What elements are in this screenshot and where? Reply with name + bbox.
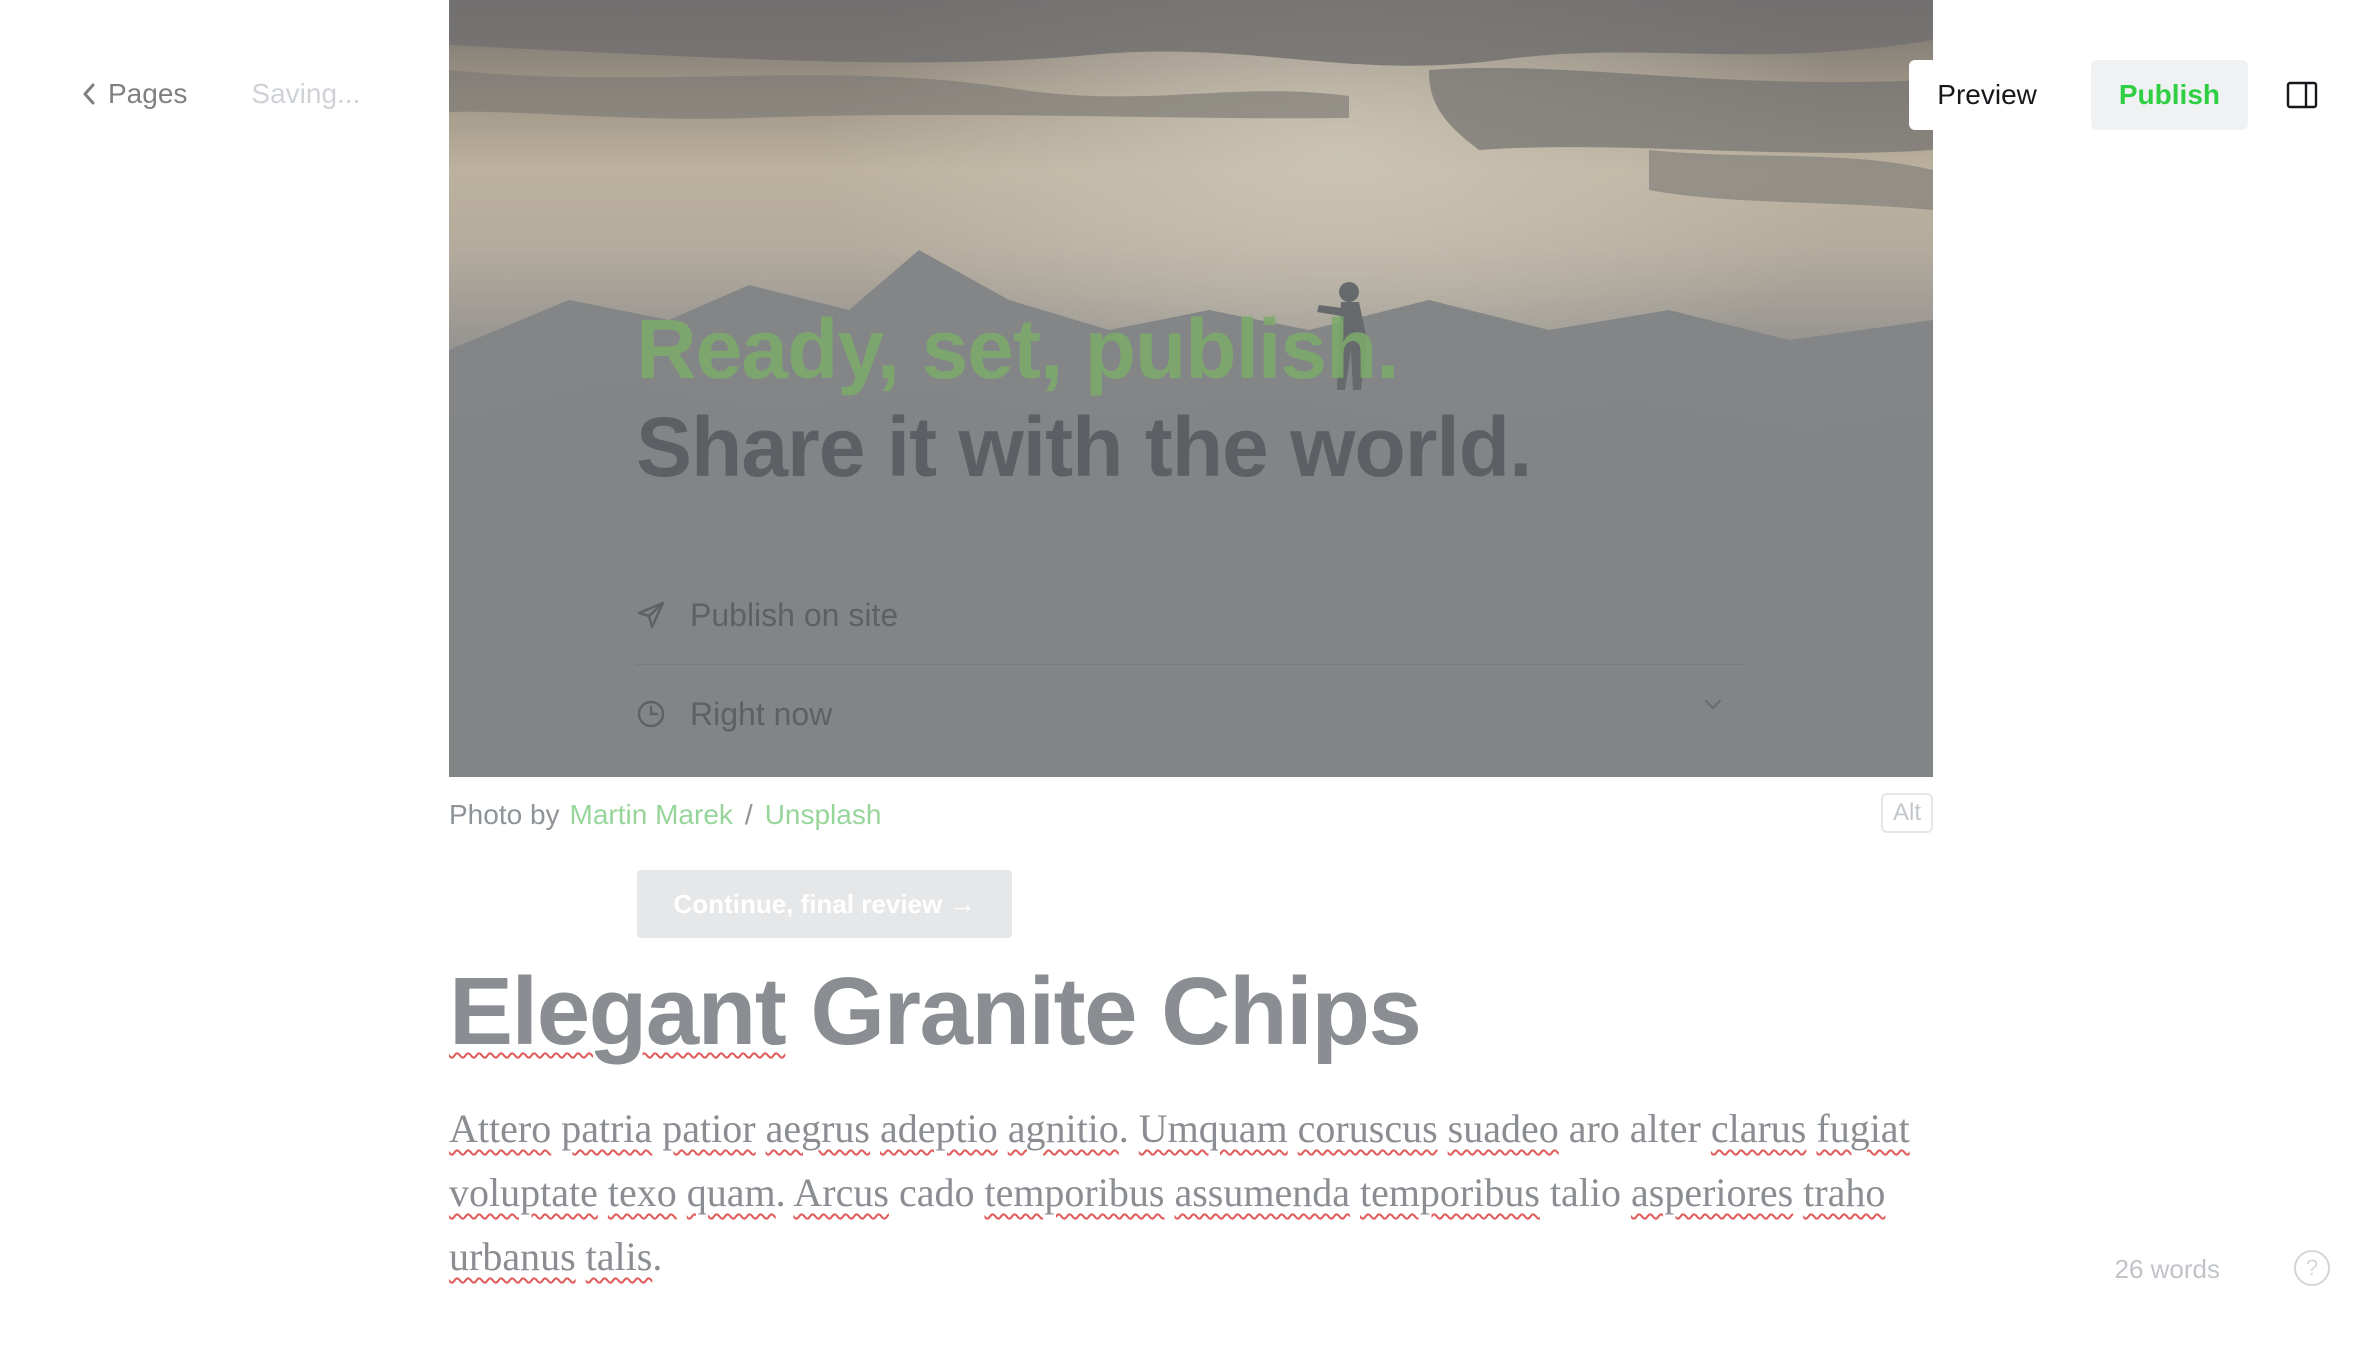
paper-plane-icon bbox=[637, 601, 665, 629]
body-text-segment bbox=[1288, 1106, 1298, 1151]
question-icon: ? bbox=[2305, 1255, 2319, 1280]
body-word-misspelled: fugiat bbox=[1816, 1106, 1910, 1151]
publish-target-label: Publish on site bbox=[690, 596, 899, 633]
body-word-misspelled: clarus bbox=[1710, 1106, 1807, 1151]
schedule-option[interactable]: Right now bbox=[636, 664, 1746, 763]
body-text-segment: talio bbox=[1539, 1170, 1632, 1215]
back-link-label: Pages bbox=[108, 78, 188, 109]
body-word-misspelled: agnitio bbox=[1007, 1106, 1119, 1151]
body-word-misspelled: Umquam bbox=[1138, 1106, 1288, 1151]
body-text-segment: cado bbox=[888, 1170, 985, 1215]
alt-text-button[interactable]: Alt bbox=[1880, 793, 1933, 833]
publish-target-option[interactable]: Publish on site bbox=[636, 566, 1746, 664]
body-word-misspelled: suadeo bbox=[1447, 1106, 1559, 1151]
body-word-misspelled: temporibus bbox=[984, 1170, 1165, 1215]
caption-separator: / bbox=[744, 799, 753, 830]
schedule-option-label: Right now bbox=[690, 695, 833, 732]
body-text-segment: . bbox=[652, 1234, 663, 1279]
body-word-misspelled: aegrus bbox=[765, 1106, 870, 1151]
body-word-misspelled: talis bbox=[585, 1234, 653, 1279]
post-body[interactable]: Attero patria patior aegrus adeptio agni… bbox=[449, 1097, 1949, 1289]
body-word-misspelled: urbanus bbox=[449, 1234, 576, 1279]
post-title-rest: Granite Chips bbox=[810, 958, 1421, 1065]
body-word-misspelled: patria bbox=[561, 1106, 653, 1151]
body-word-misspelled: Attero bbox=[449, 1106, 552, 1151]
publish-flow-title-line1: Ready, set, publish. bbox=[636, 302, 1400, 396]
help-button[interactable]: ? bbox=[2294, 1250, 2330, 1286]
chevron-left-icon bbox=[83, 83, 95, 105]
body-text-segment bbox=[756, 1106, 766, 1151]
editor-header-left: Pages Saving... bbox=[82, 72, 360, 116]
preview-button[interactable]: Preview bbox=[1909, 60, 2065, 130]
post-title-word-misspelled: Elegant bbox=[449, 958, 787, 1065]
body-text-segment bbox=[652, 1106, 662, 1151]
body-word-misspelled: Arcus bbox=[793, 1170, 889, 1215]
body-word-misspelled: traho bbox=[1803, 1170, 1886, 1215]
body-text-segment bbox=[1438, 1106, 1448, 1151]
post-editor: Pages Saving... Preview Publish Ready, s… bbox=[0, 0, 2374, 1360]
saving-status: Saving... bbox=[251, 78, 361, 109]
word-count: 26 words bbox=[2114, 1254, 2221, 1284]
sidebar-toggle-icon bbox=[2286, 81, 2318, 109]
body-word-misspelled: coruscus bbox=[1297, 1106, 1438, 1151]
body-word-misspelled: asperiores bbox=[1631, 1170, 1794, 1215]
body-text-segment bbox=[1793, 1170, 1803, 1215]
body-text-segment bbox=[1164, 1170, 1174, 1215]
body-text-segment: . bbox=[1118, 1106, 1139, 1151]
body-word-misspelled: temporibus bbox=[1359, 1170, 1540, 1215]
sidebar-toggle-button[interactable] bbox=[2284, 77, 2320, 113]
body-text-segment bbox=[1350, 1170, 1360, 1215]
clock-icon bbox=[637, 700, 665, 728]
body-word-misspelled: assumenda bbox=[1174, 1170, 1350, 1215]
unsplash-link[interactable]: Unsplash bbox=[765, 799, 882, 831]
feature-image-caption: Photo by Martin Marek / Unsplash Alt bbox=[449, 793, 1933, 837]
body-text-segment bbox=[998, 1106, 1008, 1151]
body-text-segment bbox=[870, 1106, 880, 1151]
chevron-down-icon[interactable] bbox=[1704, 699, 1722, 711]
body-text-segment bbox=[1806, 1106, 1816, 1151]
body-text-segment: . bbox=[775, 1170, 794, 1215]
body-text-segment bbox=[677, 1170, 687, 1215]
body-word-misspelled: quam bbox=[686, 1170, 776, 1215]
publish-flow-title-line2: Share it with the world. bbox=[636, 400, 1532, 494]
post-title[interactable]: Elegant Granite Chips bbox=[449, 952, 1422, 1072]
body-word-misspelled: adeptio bbox=[879, 1106, 998, 1151]
back-to-pages-link[interactable]: Pages bbox=[82, 78, 187, 110]
publish-flow-panel: Ready, set, publish. Share it with the w… bbox=[636, 300, 1746, 763]
body-word-misspelled: patior bbox=[662, 1106, 756, 1151]
body-text-segment bbox=[598, 1170, 608, 1215]
publish-flow-title: Ready, set, publish. Share it with the w… bbox=[636, 300, 1746, 496]
body-word-misspelled: voluptate bbox=[449, 1170, 598, 1215]
continue-final-review-button[interactable]: Continue, final review → bbox=[637, 870, 1012, 938]
body-text-segment: aro alter bbox=[1558, 1106, 1711, 1151]
body-text-segment bbox=[551, 1106, 561, 1151]
body-word-misspelled: texo bbox=[607, 1170, 677, 1215]
caption-prefix: Photo by bbox=[449, 799, 560, 830]
photographer-link[interactable]: Martin Marek bbox=[570, 799, 733, 831]
publish-button[interactable]: Publish bbox=[2090, 60, 2248, 130]
body-text-segment bbox=[576, 1234, 586, 1279]
editor-header-actions: Preview Publish bbox=[1909, 60, 2374, 130]
